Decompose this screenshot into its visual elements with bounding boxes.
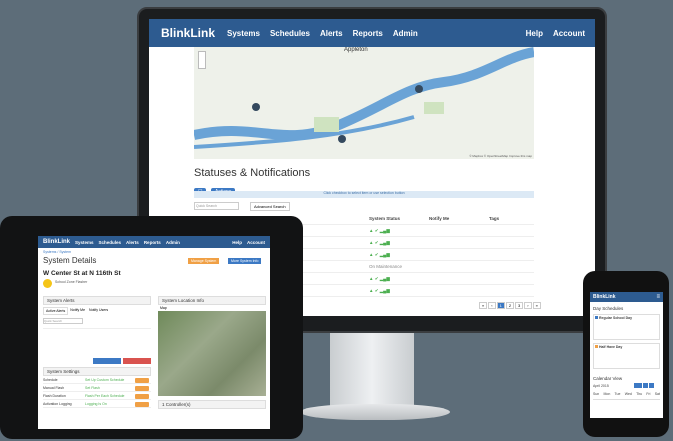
brand-logo[interactable]: BlinkLink bbox=[161, 26, 215, 40]
system-subtitle: School Zone Flasher bbox=[55, 280, 88, 284]
status-icons: ▲ ✔ ▂▄▆ bbox=[369, 251, 390, 257]
page-3[interactable]: 3 bbox=[515, 302, 524, 309]
nav-reports[interactable]: Reports bbox=[353, 29, 383, 38]
resolve-button[interactable] bbox=[93, 358, 121, 364]
tab-active-alerts[interactable]: Active Alerts bbox=[43, 307, 69, 315]
tablet-screen: BlinkLink Systems Schedules Alerts Repor… bbox=[38, 236, 270, 429]
controllers-header[interactable]: 1 Controller(s) bbox=[158, 400, 266, 409]
alerts-list bbox=[43, 328, 151, 358]
alerts-panel: System Alerts Active Alerts Notify Me No… bbox=[43, 296, 151, 364]
calendar-nav bbox=[634, 383, 654, 388]
quick-search-input[interactable]: Quick Search bbox=[194, 202, 239, 210]
status-icons: ▲ ✔ ▂▄▆ bbox=[369, 239, 390, 245]
nav-schedules[interactable]: Schedules bbox=[270, 29, 310, 38]
setting-row[interactable]: Schedule Set Up Custom Schedule bbox=[43, 377, 151, 384]
prev-month-button[interactable] bbox=[643, 383, 648, 388]
setting-row[interactable]: Activation Logging Logging Is On bbox=[43, 401, 151, 408]
col-status[interactable]: System Status bbox=[369, 216, 429, 221]
brand-logo[interactable]: BlinkLink bbox=[593, 294, 616, 300]
day-schedules-title: Day Schedules bbox=[593, 306, 624, 311]
breadcrumb[interactable]: Systems / System bbox=[43, 250, 71, 254]
location-panel-header: System Location Info bbox=[158, 296, 266, 305]
nav-alerts[interactable]: Alerts bbox=[320, 29, 343, 38]
section-title: Statuses & Notifications bbox=[194, 167, 311, 179]
phone-navbar: BlinkLink ≡ bbox=[590, 292, 663, 302]
satellite-map[interactable] bbox=[158, 311, 266, 396]
schedule-card[interactable]: Half Have Day bbox=[593, 343, 660, 369]
nav-help[interactable]: Help bbox=[526, 29, 543, 38]
schedule-card[interactable]: Regular School Day bbox=[593, 314, 660, 340]
tab-notify-users[interactable]: Notify Users bbox=[87, 307, 110, 315]
nav-systems[interactable]: Systems bbox=[75, 240, 94, 245]
pagination: « ‹ 1 2 3 › » bbox=[479, 302, 541, 309]
calendar-title: Calendar View bbox=[593, 376, 623, 381]
phone-screen: BlinkLink ≡ Day Schedules Regular School … bbox=[590, 292, 663, 418]
weekday-header: Sun Mon Tue Wed Thu Fri Sat bbox=[593, 392, 660, 396]
top-navbar: BlinkLink Systems Schedules Alerts Repor… bbox=[149, 19, 595, 47]
setting-row[interactable]: Flash Duration Flash Per Each Schedule bbox=[43, 393, 151, 400]
alert-tabs: Active Alerts Notify Me Notify Users bbox=[43, 307, 151, 315]
alerts-panel-header: System Alerts bbox=[43, 296, 151, 305]
advanced-search-button[interactable]: Advanced Search bbox=[250, 202, 290, 211]
map-marker[interactable] bbox=[338, 135, 346, 143]
menu-icon[interactable]: ≡ bbox=[656, 294, 660, 300]
status-icons: ▲ ✔ ▂▄▆ bbox=[369, 287, 390, 293]
system-map[interactable]: Appleton © Mapbox © OpenStreetMap Improv… bbox=[194, 47, 534, 159]
nav-reports[interactable]: Reports bbox=[144, 240, 161, 245]
page-prev[interactable]: ‹ bbox=[488, 302, 496, 309]
status-icons: ▲ ✔ ▂▄▆ bbox=[369, 227, 390, 233]
status-icons: ▲ ✔ ▂▄▆ bbox=[369, 275, 390, 281]
info-notice: Click checkbox to select item or use sel… bbox=[194, 191, 534, 198]
calendar-grid[interactable] bbox=[593, 399, 660, 418]
setting-row[interactable]: Manual Flash Set Flash bbox=[43, 385, 151, 392]
more-info-button[interactable]: More System Info bbox=[228, 258, 262, 264]
tablet-navbar: BlinkLink Systems Schedules Alerts Repor… bbox=[38, 236, 270, 248]
manage-system-button[interactable]: Manage System bbox=[188, 258, 220, 264]
settings-panel-header: System Settings bbox=[43, 367, 151, 376]
tab-notify-me[interactable]: Notify Me bbox=[68, 307, 87, 315]
col-notify[interactable]: Notify Me bbox=[429, 216, 489, 221]
page-last[interactable]: » bbox=[532, 302, 541, 309]
maintenance-note: On Maintenance bbox=[369, 264, 403, 269]
page-2[interactable]: 2 bbox=[505, 302, 515, 309]
nav-help[interactable]: Help bbox=[232, 240, 242, 245]
page-first[interactable]: « bbox=[479, 302, 488, 309]
page-next[interactable]: › bbox=[524, 302, 532, 309]
col-tags[interactable]: Tags bbox=[489, 216, 499, 221]
calendar-month: April 2015 bbox=[593, 384, 609, 388]
system-name: W Center St at N 116th St bbox=[43, 270, 121, 277]
today-button[interactable] bbox=[634, 383, 642, 388]
settings-panel: System Settings bbox=[43, 367, 151, 376]
delete-button[interactable] bbox=[123, 358, 151, 364]
page-1[interactable]: 1 bbox=[496, 302, 505, 309]
nav-account[interactable]: Account bbox=[247, 240, 265, 245]
nav-systems[interactable]: Systems bbox=[227, 29, 260, 38]
map-marker[interactable] bbox=[415, 85, 423, 93]
nav-admin[interactable]: Admin bbox=[166, 240, 180, 245]
monitor-stand bbox=[330, 333, 414, 411]
map-attribution: © Mapbox © OpenStreetMap Improve this ma… bbox=[469, 154, 532, 158]
page-title: System Details bbox=[43, 256, 97, 265]
next-month-button[interactable] bbox=[649, 383, 654, 388]
map-city-label: Appleton bbox=[344, 47, 368, 53]
location-panel: System Location Info Map 1 Controller(s) bbox=[158, 296, 266, 409]
map-graphic bbox=[194, 47, 534, 149]
nav-alerts[interactable]: Alerts bbox=[126, 240, 139, 245]
nav-schedules[interactable]: Schedules bbox=[99, 240, 122, 245]
alerts-search-input[interactable]: Quick Search bbox=[43, 318, 83, 324]
brand-logo[interactable]: BlinkLink bbox=[43, 239, 70, 245]
nav-admin[interactable]: Admin bbox=[393, 29, 418, 38]
zoom-control[interactable] bbox=[198, 51, 206, 69]
monitor-stand-base bbox=[300, 404, 450, 420]
system-type-icon bbox=[43, 279, 52, 288]
nav-account[interactable]: Account bbox=[553, 29, 585, 38]
map-marker[interactable] bbox=[252, 103, 260, 111]
